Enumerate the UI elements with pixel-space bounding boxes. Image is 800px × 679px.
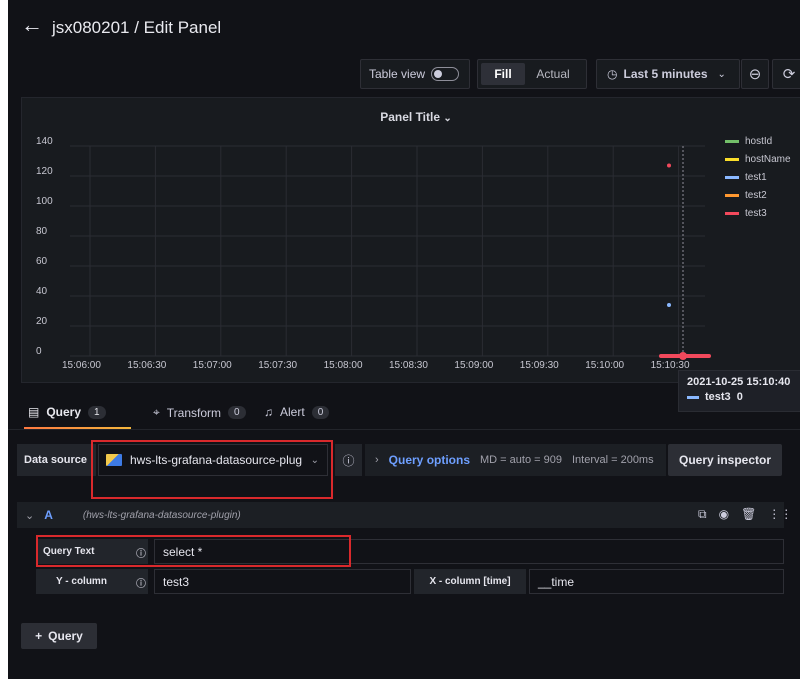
add-query-label: Query (48, 629, 83, 643)
info-icon[interactable]: ⓘ (136, 575, 146, 590)
y-column-label: Y - column ⓘ (36, 569, 148, 594)
table-view-toggle[interactable]: Table view (360, 59, 470, 89)
datasource-label: Data source (17, 444, 96, 476)
md-text: MD = auto = 909 (480, 454, 562, 466)
legend-label-hostId: hostId (745, 136, 772, 147)
tooltip-swatch (687, 395, 699, 399)
x-tick-label: 15:07:00 (193, 360, 232, 371)
data-point-test1 (667, 303, 671, 307)
refresh-icon[interactable]: ⟳ (772, 59, 800, 89)
chart-grid (70, 145, 705, 357)
query-letter: A (44, 508, 53, 522)
query-source: (hws-lts-grafana-datasource-plugin) (82, 509, 241, 521)
y-tick-label: 140 (36, 136, 53, 147)
y-column-label-text: Y - column (56, 576, 107, 587)
datasource-highlight-box (91, 440, 333, 499)
time-range-picker[interactable]: ◷ Last 5 minutes ⌄ (596, 59, 740, 89)
tab-alert[interactable]: ♫ Alert 0 (264, 405, 330, 419)
fill-button[interactable]: Fill (481, 63, 525, 85)
y-column-input[interactable]: test3 (154, 569, 411, 594)
clock-icon: ◷ (607, 67, 618, 81)
zoom-out-icon[interactable]: ⊖ (741, 59, 769, 89)
chart-legend: hostId hostName test1 test2 test3 (725, 136, 791, 219)
query-options[interactable]: › Query options MD = auto = 909 Interval… (365, 444, 666, 476)
x-tick-label: 15:09:30 (520, 360, 559, 371)
fill-actual-toggle: Fill Actual (477, 59, 587, 89)
table-view-label: Table view (369, 67, 426, 81)
tabs-divider (8, 429, 800, 430)
x-tick-label: 15:06:00 (62, 360, 101, 371)
y-tick-label: 80 (36, 226, 48, 237)
drag-handle-icon[interactable]: ⋮⋮ (768, 507, 792, 522)
actual-button[interactable]: Actual (525, 63, 581, 85)
y-tick-label: 100 (36, 196, 53, 207)
y-tick-label: 0 (36, 346, 42, 357)
legend-swatch-test2 (725, 194, 739, 197)
table-view-switch[interactable] (431, 67, 460, 81)
back-arrow-icon[interactable]: ← (21, 14, 43, 37)
tab-alert-label: Alert (280, 405, 305, 419)
x-tick-label: 15:09:00 (454, 360, 493, 371)
tab-query[interactable]: ▤ Query 1 (28, 405, 106, 419)
duplicate-icon[interactable]: ⧉ (698, 507, 707, 522)
tooltip-value: 0 (736, 391, 743, 403)
data-point-test3 (667, 163, 671, 168)
eye-icon[interactable]: ◉ (719, 507, 729, 522)
chevron-down-icon[interactable]: ⌄ (25, 509, 34, 522)
chart-marks (659, 163, 711, 360)
x-axis-ticks: 15:06:00 15:06:30 15:07:00 15:07:30 15:08:00… (62, 360, 690, 371)
tab-transform[interactable]: ⌖ Transform 0 (153, 405, 246, 420)
transform-icon: ⌖ (153, 405, 160, 419)
legend-label-hostName: hostName (745, 154, 791, 165)
bell-icon: ♫ (264, 405, 273, 419)
legend-swatch-hostName (725, 158, 739, 161)
legend-label-test1: test1 (745, 172, 767, 183)
tooltip-time: 2021-10-25 15:10:40 (687, 376, 791, 388)
x-column-input[interactable]: __time (529, 569, 784, 594)
legend-swatch-hostId (725, 140, 739, 143)
tab-transform-label: Transform (166, 405, 221, 420)
query-options-label: Query options (388, 453, 471, 467)
panel-editor: ← jsx080201 / Edit Panel Table view Fill… (8, 0, 800, 679)
query-text-highlight-box (36, 535, 351, 567)
x-tick-label: 15:08:00 (324, 360, 363, 371)
tab-query-label: Query (46, 405, 82, 419)
x-tick-label: 15:10:00 (585, 360, 624, 371)
y-axis-ticks: 0 20 40 60 80 100 120 140 (36, 136, 53, 357)
page-title: jsx080201 / Edit Panel (52, 18, 222, 37)
panel: Panel Title ⌄ 0 20 40 60 80 100 120 140 15:06:0… (21, 97, 800, 383)
y-tick-label: 20 (36, 316, 48, 327)
x-tick-label: 15:06:30 (127, 360, 166, 371)
tab-query-count: 1 (88, 405, 106, 419)
plus-icon: + (35, 629, 43, 643)
tab-transform-count: 0 (228, 406, 246, 419)
time-range-label: Last 5 minutes (623, 67, 708, 81)
database-icon: ▤ (28, 405, 40, 419)
x-tick-label: 15:08:30 (389, 360, 428, 371)
tab-alert-count: 0 (311, 405, 330, 419)
query-a-header[interactable]: ⌄ A (hws-lts-grafana-datasource-plugin) (17, 502, 784, 528)
help-icon[interactable]: ⓘ (335, 444, 362, 476)
legend-label-test2: test2 (745, 190, 767, 201)
add-query-button[interactable]: + Query (21, 623, 97, 649)
interval-text: Interval = 200ms (571, 454, 654, 466)
chart[interactable]: 0 20 40 60 80 100 120 140 15:06:00 15:06:30 15:07… (22, 98, 800, 384)
tooltip-series: test3 (705, 391, 731, 403)
legend-label-test3: test3 (745, 208, 767, 219)
query-inspector-button[interactable]: Query inspector (668, 444, 782, 476)
x-tick-label: 15:07:30 (258, 360, 297, 371)
legend-swatch-test3 (725, 212, 739, 215)
trash-icon[interactable]: 🗑 (741, 507, 756, 522)
y-tick-label: 120 (36, 166, 53, 177)
chart-tooltip: 2021-10-25 15:10:40 test3 0 (678, 370, 800, 412)
query-actions: ⧉ ◉ 🗑 ⋮⋮ (698, 507, 792, 522)
chevron-down-icon: ⌄ (717, 68, 726, 80)
y-tick-label: 60 (36, 256, 48, 267)
x-column-label: X - column [time] (414, 569, 526, 594)
legend-swatch-test1 (725, 176, 739, 179)
chevron-right-icon: › (375, 454, 379, 466)
data-point-test3-hover (679, 352, 687, 360)
y-tick-label: 40 (36, 286, 48, 297)
